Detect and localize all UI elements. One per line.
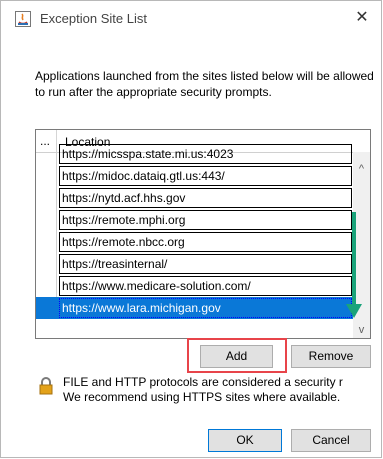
row-stub-cell[interactable] bbox=[36, 297, 57, 319]
row-stub-cell[interactable] bbox=[36, 165, 57, 187]
table-row[interactable]: https://www.lara.michigan.gov bbox=[36, 297, 354, 319]
location-cell[interactable]: https://midoc.dataiq.gtl.us:443/ bbox=[59, 166, 352, 186]
table-row[interactable]: https://midoc.dataiq.gtl.us:443/ bbox=[36, 165, 354, 187]
location-cell[interactable]: https://micsspa.state.mi.us:4023 bbox=[59, 144, 352, 164]
chevron-down-icon[interactable]: v bbox=[353, 322, 370, 338]
table-row[interactable]: https://micsspa.state.mi.us:4023 bbox=[36, 143, 354, 165]
description-text: Applications launched from the sites lis… bbox=[35, 69, 374, 99]
lock-icon bbox=[39, 377, 53, 395]
location-cell[interactable]: https://nytd.acf.hhs.gov bbox=[59, 188, 352, 208]
chevron-up-icon[interactable]: ^ bbox=[353, 161, 370, 178]
table-row[interactable]: https://treasinternal/ bbox=[36, 253, 354, 275]
ok-button[interactable]: OK bbox=[208, 429, 282, 452]
add-button-highlight bbox=[187, 338, 287, 373]
security-note-line1: FILE and HTTP protocols are considered a… bbox=[63, 375, 343, 389]
cancel-button[interactable]: Cancel bbox=[291, 429, 371, 452]
location-cell[interactable]: https://remote.mphi.org bbox=[59, 210, 352, 230]
security-note-line2: We recommend using HTTPS sites where ava… bbox=[63, 390, 341, 404]
row-stub-cell[interactable] bbox=[36, 209, 57, 231]
window-title: Exception Site List bbox=[40, 11, 147, 26]
security-note: FILE and HTTP protocols are considered a… bbox=[63, 375, 343, 405]
row-stub-cell[interactable] bbox=[36, 275, 57, 297]
table-row[interactable]: https://nytd.acf.hhs.gov bbox=[36, 187, 354, 209]
table-row[interactable]: https://remote.nbcc.org bbox=[36, 231, 354, 253]
table-row[interactable]: https://remote.mphi.org bbox=[36, 209, 354, 231]
row-stub-cell[interactable] bbox=[36, 187, 57, 209]
location-cell[interactable]: https://www.medicare-solution.com/ bbox=[59, 276, 352, 296]
location-cell[interactable]: https://remote.nbcc.org bbox=[59, 232, 352, 252]
close-icon[interactable]: ✕ bbox=[351, 7, 373, 29]
site-list-table[interactable]: ... Location https://micsspa.state.mi.us… bbox=[35, 129, 371, 339]
row-stub-cell[interactable] bbox=[36, 143, 57, 165]
table-row[interactable]: https://www.medicare-solution.com/ bbox=[36, 275, 354, 297]
title-bar: Exception Site List ✕ bbox=[1, 1, 381, 37]
remove-button[interactable]: Remove bbox=[291, 345, 371, 368]
java-app-icon bbox=[15, 11, 31, 27]
row-stub-cell[interactable] bbox=[36, 231, 57, 253]
location-cell[interactable]: https://treasinternal/ bbox=[59, 254, 352, 274]
location-cell[interactable]: https://www.lara.michigan.gov bbox=[59, 298, 352, 318]
exception-site-list-dialog: Exception Site List ✕ Applications launc… bbox=[0, 0, 382, 458]
row-stub-cell[interactable] bbox=[36, 253, 57, 275]
down-arrow-icon bbox=[346, 212, 362, 318]
